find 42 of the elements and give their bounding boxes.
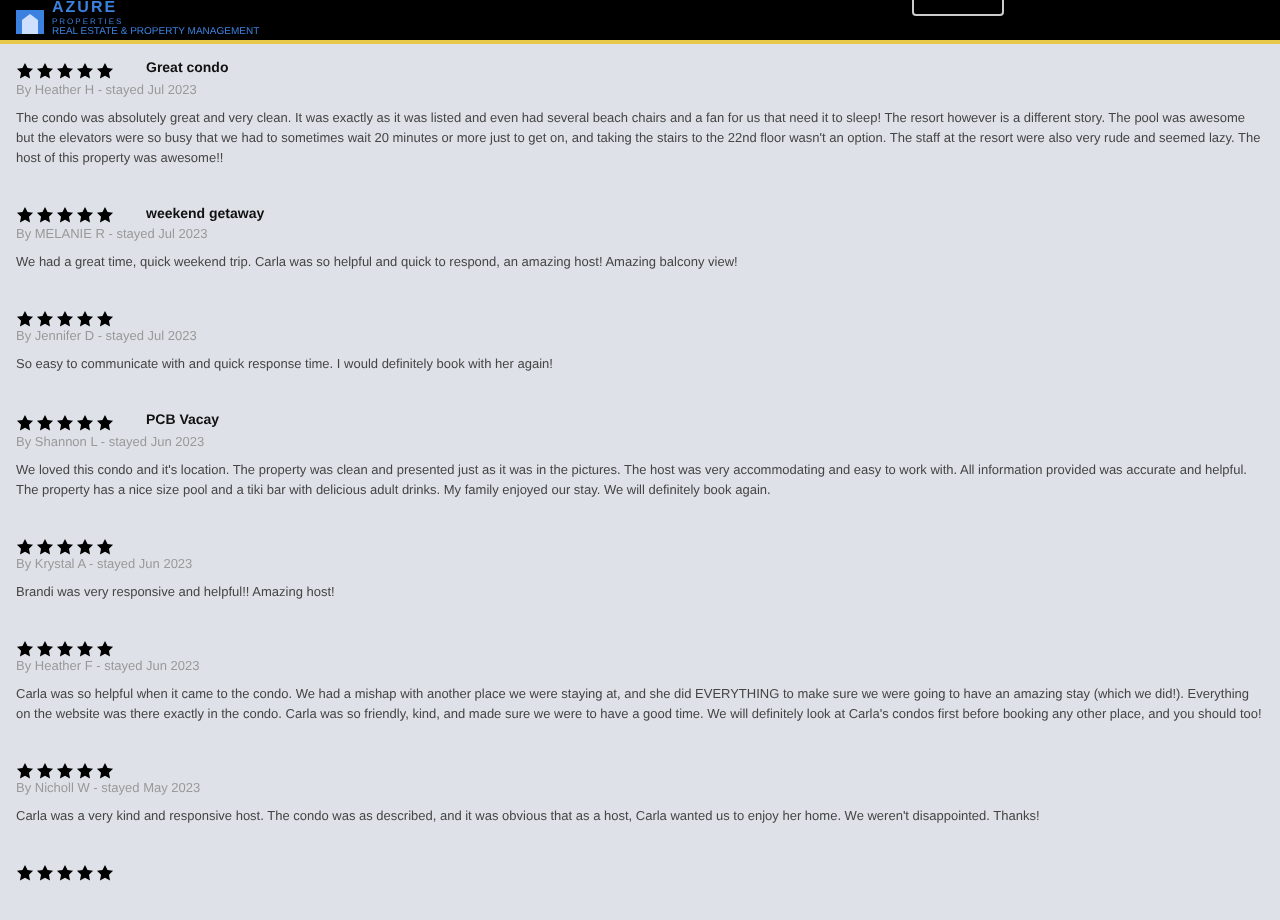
star-icon xyxy=(96,413,114,432)
star-icon xyxy=(76,863,94,881)
star-icon xyxy=(76,537,94,555)
building-logo-icon xyxy=(16,5,44,33)
star-icon xyxy=(56,310,74,328)
star-icon xyxy=(36,413,54,432)
star-icon xyxy=(36,761,54,779)
star-icon xyxy=(36,61,54,80)
star-icon xyxy=(76,206,94,225)
star-icon xyxy=(76,761,94,779)
star-icon xyxy=(76,413,94,432)
star-icon xyxy=(36,863,54,881)
star-icon xyxy=(76,61,94,80)
star-icon xyxy=(96,863,114,881)
star-icon xyxy=(16,413,34,432)
star-icon xyxy=(56,863,74,881)
star-icon xyxy=(76,310,94,328)
logo-text: AZURE xyxy=(52,0,120,16)
star-icon xyxy=(16,863,34,881)
star-icon xyxy=(36,206,54,225)
star-icon xyxy=(16,206,34,225)
star-icon xyxy=(56,413,74,432)
star-icon xyxy=(96,310,114,328)
star-icon xyxy=(56,537,74,555)
star-icon xyxy=(96,537,114,555)
star-icon xyxy=(96,761,114,779)
star-icon xyxy=(16,310,34,328)
star-icon xyxy=(36,639,54,657)
star-icon xyxy=(56,761,74,779)
star-icon xyxy=(16,761,34,779)
star-icon xyxy=(36,537,54,555)
star-icon xyxy=(16,537,34,555)
star-icon xyxy=(56,639,74,657)
star-icon xyxy=(56,61,74,80)
star-icon xyxy=(16,61,34,80)
star-icon xyxy=(96,61,114,80)
star-icon xyxy=(56,206,74,225)
star-icon xyxy=(16,639,34,657)
star-icon xyxy=(96,639,114,657)
star-icon xyxy=(36,310,54,328)
star-icon xyxy=(96,206,114,225)
star-icon xyxy=(76,639,94,657)
